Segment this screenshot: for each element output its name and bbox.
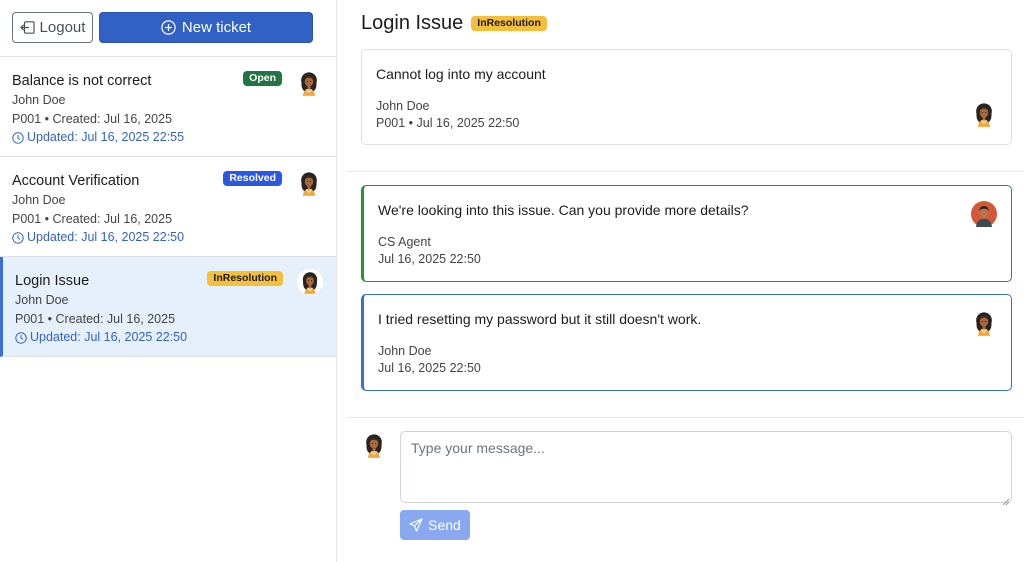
message-date: Jul 16, 2025 22:50 (378, 252, 481, 266)
agent-avatar-icon (971, 201, 997, 227)
ticket-meta: P001 • Created: Jul 16, 2025 (12, 112, 173, 126)
customer-avatar-icon (362, 432, 386, 458)
customer-avatar-icon (297, 70, 321, 96)
ticket-updated-text: Updated: Jul 16, 2025 22:55 (27, 130, 185, 144)
description-author: John Doe (376, 99, 430, 113)
status-badge: Resolved (223, 171, 282, 186)
plus-circle-icon (161, 20, 176, 35)
ticket-sidebar: Logout New ticket Balance is not correct… (0, 0, 337, 562)
box-arrow-left-icon (19, 21, 35, 34)
ticket-header: Login Issue InResolution (361, 12, 547, 35)
new-ticket-label: New ticket (181, 19, 252, 36)
description-text: Cannot log into my account (376, 66, 546, 82)
clock-icon (12, 131, 24, 144)
logout-button[interactable]: Logout (12, 12, 93, 43)
send-button[interactable]: Send (400, 510, 470, 540)
message-card: I tried resetting my password but it sti… (361, 294, 1012, 391)
send-label: Send (428, 517, 461, 533)
avatar (297, 269, 323, 295)
ticket-updated-text: Updated: Jul 16, 2025 22:50 (27, 230, 185, 244)
ticket-list-item-selected[interactable]: Login Issue John Doe P001 • Created: Jul… (0, 257, 336, 357)
message-input[interactable] (400, 431, 1012, 503)
avatar (362, 432, 388, 460)
new-ticket-button[interactable]: New ticket (99, 12, 313, 43)
customer-avatar-icon (972, 101, 996, 127)
ticket-description-card: Cannot log into my account John Doe P001… (361, 49, 1012, 145)
paper-plane-icon (409, 518, 423, 532)
sidebar-toolbar: Logout New ticket (0, 0, 336, 57)
resize-handle-icon[interactable] (1002, 493, 1010, 506)
ticket-updated: Updated: Jul 16, 2025 22:50 (12, 229, 324, 246)
ticket-customer: John Doe (12, 193, 66, 207)
logout-label: Logout (39, 19, 86, 36)
ticket-customer: John Doe (15, 293, 69, 307)
ticket-customer: John Doe (12, 93, 66, 107)
message-date: Jul 16, 2025 22:50 (378, 361, 481, 375)
message-text: We're looking into this issue. Can you p… (378, 202, 749, 218)
ticket-list-item[interactable]: Balance is not correct John Doe P001 • C… (0, 57, 336, 157)
message-author: John Doe (378, 344, 432, 358)
avatar (971, 100, 997, 128)
description-meta: P001 • Jul 16, 2025 22:50 (376, 116, 520, 130)
ticket-detail: Login Issue InResolution Cannot log into… (337, 0, 1024, 562)
ticket-meta: P001 • Created: Jul 16, 2025 (12, 212, 173, 226)
status-badge: InResolution (207, 271, 283, 286)
avatar (971, 200, 997, 228)
avatar (971, 309, 997, 337)
avatar (296, 169, 322, 197)
message-author: CS Agent (378, 235, 431, 249)
customer-avatar-icon (299, 270, 321, 294)
status-badge: InResolution (471, 16, 547, 31)
ticket-list-item[interactable]: Account Verification John Doe P001 • Cre… (0, 157, 336, 257)
status-badge: Open (243, 71, 282, 86)
customer-avatar-icon (297, 170, 321, 196)
customer-avatar-icon (972, 310, 996, 336)
message-text: I tried resetting my password but it sti… (378, 311, 702, 327)
clock-icon (12, 231, 24, 244)
ticket-meta: P001 • Created: Jul 16, 2025 (15, 312, 176, 326)
avatar (296, 69, 322, 97)
ticket-updated: Updated: Jul 16, 2025 22:50 (15, 329, 324, 346)
page-title: Login Issue (361, 12, 464, 34)
divider (347, 171, 1024, 172)
ticket-updated: Updated: Jul 16, 2025 22:55 (12, 129, 324, 146)
message-card: We're looking into this issue. Can you p… (361, 185, 1012, 282)
divider (347, 417, 1024, 418)
ticket-updated-text: Updated: Jul 16, 2025 22:50 (30, 330, 188, 344)
clock-icon (15, 331, 27, 344)
